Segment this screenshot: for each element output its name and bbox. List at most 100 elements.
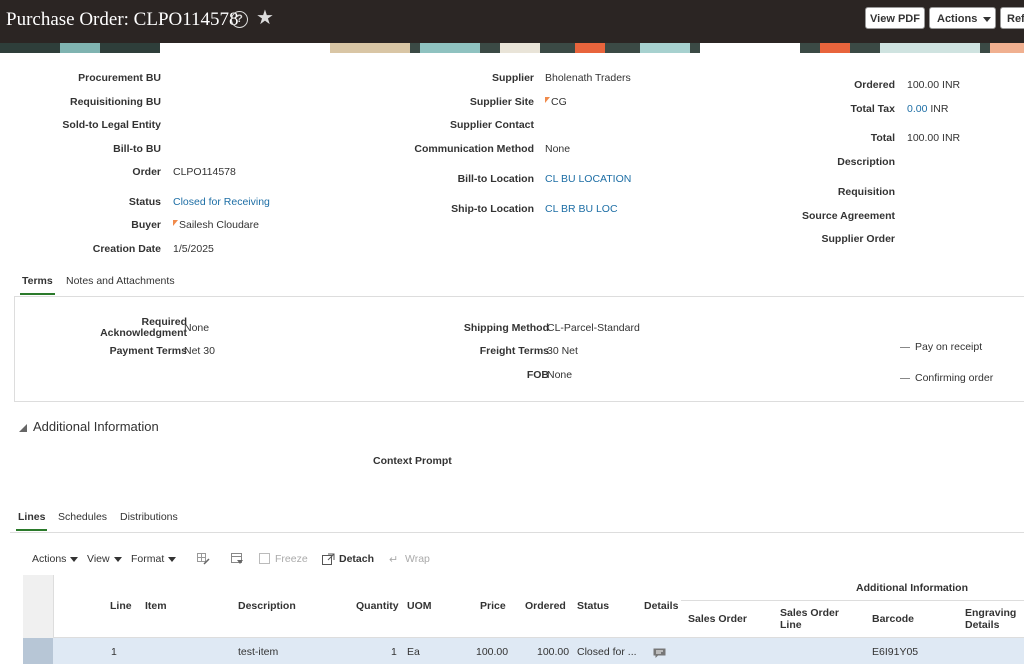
supplier-site-label: Supplier Site: [469, 96, 534, 108]
payment-terms-value: Net 30: [184, 345, 215, 357]
freight-terms-label: Freight Terms: [479, 345, 549, 357]
chevron-down-icon: [168, 556, 177, 562]
table-view-menu[interactable]: View: [87, 553, 122, 565]
query-by-example-icon[interactable]: [231, 552, 244, 564]
favorite-star-icon[interactable]: ★: [256, 7, 274, 29]
freeze-button[interactable]: Freeze: [275, 553, 308, 565]
column-header-sales-order-line[interactable]: Sales Order Line: [780, 607, 850, 631]
chevron-down-icon: [70, 556, 79, 562]
cell-status: Closed for ...: [577, 646, 637, 658]
column-header-price[interactable]: Price: [480, 600, 506, 612]
context-prompt-label: Context Prompt: [373, 455, 452, 467]
wrap-button[interactable]: Wrap: [405, 553, 430, 565]
group-header-additional-information: Additional Information: [856, 582, 968, 594]
bill-to-location-label: Bill-to Location: [457, 173, 534, 185]
table-actions-menu[interactable]: Actions: [32, 553, 79, 565]
page-header: Purchase Order: CLPO114578 ? ★ View PDF …: [0, 0, 1024, 43]
chevron-down-icon: [983, 16, 992, 22]
total-label: Total: [870, 132, 895, 144]
column-header-item[interactable]: Item: [145, 600, 167, 612]
confirming-order-text: Confirming order: [915, 372, 994, 384]
required-acknowledgment-label: Required Acknowledgment: [100, 316, 187, 339]
column-header-description[interactable]: Description: [238, 600, 296, 612]
tab-lines[interactable]: Lines: [15, 511, 48, 531]
fob-value: None: [547, 369, 573, 381]
table-format-label: Format: [131, 553, 165, 565]
row-selector[interactable]: [23, 638, 53, 664]
bill-to-bu-label: Bill-to BU: [113, 143, 161, 155]
tab-schedules[interactable]: Schedules: [58, 511, 107, 523]
actions-menu-label: Actions: [937, 13, 978, 25]
column-header-barcode[interactable]: Barcode: [872, 613, 914, 625]
view-pdf-button[interactable]: View PDF: [865, 7, 925, 29]
table-format-menu[interactable]: Format: [131, 553, 177, 565]
column-header-uom[interactable]: UOM: [407, 600, 432, 612]
communication-method-label: Communication Method: [414, 143, 534, 155]
cell-price: 100.00: [476, 646, 509, 658]
additional-info-title: Additional Information: [33, 419, 159, 434]
pay-on-receipt-text: Pay on receipt: [915, 341, 983, 353]
ship-to-location-link[interactable]: CL BR BU LOC: [545, 203, 618, 215]
group-header-divider: [681, 600, 1024, 601]
pay-on-receipt-option: Pay on receipt: [900, 341, 982, 353]
help-icon[interactable]: ?: [231, 11, 248, 28]
creation-date-label: Creation Date: [92, 243, 161, 255]
lines-tabs-divider: [10, 532, 1024, 533]
refresh-button[interactable]: Ref: [1000, 7, 1024, 29]
requisitioning-bu-label: Requisitioning BU: [70, 96, 161, 108]
description-label: Description: [837, 156, 895, 168]
column-header-details[interactable]: Details: [644, 600, 678, 612]
column-header-quantity[interactable]: Quantity: [356, 600, 399, 612]
additional-info-header[interactable]: Additional Information: [19, 419, 159, 434]
status-label: Status: [128, 196, 161, 208]
terms-panel: Required Acknowledgment None Payment Ter…: [14, 297, 1024, 402]
detach-icon: [322, 552, 335, 565]
cell-barcode: E6I91Y05: [872, 646, 919, 658]
edit-grid-icon[interactable]: [197, 552, 210, 565]
shipping-method-label: Shipping Method: [463, 322, 549, 334]
total-tax-amount: 0.00 INR: [907, 103, 948, 115]
buyer-name: Sailesh Cloudare: [179, 219, 259, 231]
column-header-sales-order[interactable]: Sales Order: [688, 613, 747, 625]
communication-method-value: None: [545, 143, 571, 155]
confirming-order-option: Confirming order: [900, 372, 993, 384]
fob-label: FOB: [526, 369, 549, 381]
total-tax-link[interactable]: 0.00: [907, 103, 927, 115]
status-link[interactable]: Closed for Receiving: [173, 196, 270, 208]
supplier-label: Supplier: [491, 72, 534, 84]
required-acknowledgment-value: None: [184, 322, 210, 334]
total-currency: INR: [942, 132, 961, 144]
buyer-label: Buyer: [131, 219, 161, 231]
tab-terms[interactable]: Terms: [20, 275, 55, 295]
supplier-contact-label: Supplier Contact: [449, 119, 534, 131]
wrap-icon: ↵: [389, 554, 399, 566]
order-value: CLPO114578: [173, 166, 236, 178]
supplier-site-text: CG: [551, 96, 567, 108]
cell-line: 1: [111, 646, 117, 658]
requisition-label: Requisition: [837, 186, 895, 198]
decorative-banner: [0, 43, 1024, 53]
column-header-line[interactable]: Line: [110, 600, 132, 612]
detach-button[interactable]: Detach: [339, 553, 374, 565]
payment-terms-label: Payment Terms: [109, 345, 187, 357]
table-view-label: View: [87, 553, 110, 565]
buyer-value[interactable]: Sailesh Cloudare: [173, 219, 259, 231]
column-header-engraving-details[interactable]: Engraving Details: [965, 607, 1024, 631]
tab-distributions[interactable]: Distributions: [120, 511, 178, 523]
column-header-status[interactable]: Status: [577, 600, 609, 612]
dash-icon: [900, 346, 910, 348]
bill-to-location-link[interactable]: CL BU LOCATION: [545, 173, 631, 185]
chevron-down-icon: [113, 556, 122, 562]
sold-to-legal-entity-label: Sold-to Legal Entity: [62, 119, 161, 131]
shipping-method-value: CL-Parcel-Standard: [547, 322, 640, 334]
order-label: Order: [132, 166, 161, 178]
column-header-ordered[interactable]: Ordered: [525, 600, 566, 612]
page-title: Purchase Order: CLPO114578: [6, 9, 239, 30]
supplier-site-value[interactable]: CG: [545, 96, 567, 108]
collapse-triangle-icon: [19, 423, 27, 432]
tab-notes-and-attachments[interactable]: Notes and Attachments: [66, 275, 175, 287]
dash-icon: [900, 377, 910, 379]
supplier-value: Bholenath Traders: [545, 72, 631, 84]
actions-menu-button[interactable]: Actions: [929, 7, 996, 29]
details-comment-icon[interactable]: [653, 646, 666, 658]
